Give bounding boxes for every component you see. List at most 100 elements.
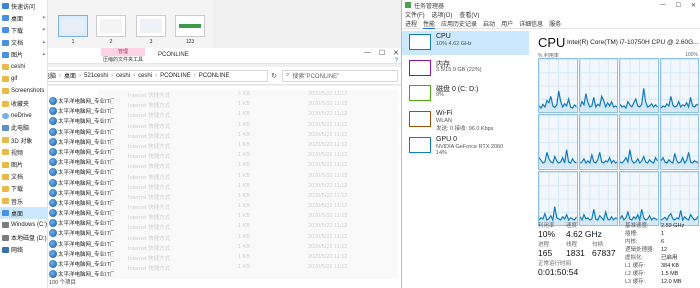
pin-icon[interactable]: ✦	[42, 52, 47, 58]
cpu-heading: CPU	[538, 35, 566, 50]
nav-item-label: 视频	[11, 150, 24, 157]
thumbnail-3[interactable]	[136, 15, 166, 37]
nav-item[interactable]: 3D 对象	[0, 134, 47, 146]
nav-item-label: Screenshots	[11, 88, 45, 95]
ribbon-tab-manage[interactable]: 管理	[101, 48, 145, 56]
resource-mini-graph	[409, 111, 431, 128]
help-icon[interactable]: ?	[395, 58, 398, 64]
nav-item[interactable]: 桌面 ✦	[0, 12, 47, 24]
cpu-detail-row: L3 缓存: 12.0 MB	[625, 277, 700, 285]
nav-item[interactable]: 视频	[0, 146, 47, 158]
ghost-date: 2020/5/22 11:12	[308, 172, 348, 179]
tab-performance[interactable]: 性能	[423, 19, 436, 29]
thumbnail-1[interactable]	[58, 15, 88, 37]
ghost-row: Internet 快捷方式 1 KB 2020/5/22 11:12	[98, 233, 398, 243]
drag-ghost-image: Internet 快捷方式 1 KB 2020/5/22 11:12 Internet…	[98, 90, 398, 280]
nav-item[interactable]: 网络	[0, 244, 47, 256]
resource-item[interactable]: Wi-Fi WLAN 发送: 0 接收: 96.0 Kbps	[402, 108, 529, 132]
file-explorer-window: 1 2 3 123 管理 压缩的文件夹工具 PCONLINE — ☐ ✕ ? ←…	[0, 0, 401, 288]
internet-shortcut-icon	[49, 229, 57, 238]
thumbnail-2[interactable]	[96, 15, 126, 37]
minimize-button[interactable]: —	[660, 2, 666, 9]
maximize-button[interactable]: ☐	[676, 2, 681, 9]
ribbon-tab-compressed-folder-tools[interactable]: 压缩的文件夹工具	[101, 56, 145, 64]
ghost-date: 2020/5/22 11:12	[308, 213, 348, 220]
detail-key: L2 缓存:	[625, 271, 646, 277]
close-button[interactable]: ✕	[393, 49, 399, 57]
refresh-icon[interactable]: ↻	[268, 72, 280, 80]
ghost-type: Internet 快捷方式	[128, 266, 171, 273]
breadcrumb-item[interactable]: PCONLINE	[199, 73, 230, 79]
tab-details[interactable]: 详细信息	[519, 19, 543, 28]
internet-shortcut-icon	[49, 209, 57, 218]
thumbnail-label: 2	[109, 39, 113, 45]
thumbnail-123[interactable]	[175, 15, 205, 37]
ghost-type: Internet 快捷方式	[128, 93, 171, 99]
menu-view[interactable]: 查看(V)	[459, 10, 479, 19]
resource-item[interactable]: 磁盘 0 (C: D:) 0%	[402, 82, 529, 106]
nav-item[interactable]: 文档 ✦	[0, 37, 47, 49]
resource-item[interactable]: 内存 3.5/15.9 GB (22%)	[402, 57, 529, 81]
ghost-size: 1 KB	[238, 182, 250, 189]
navigation-pane: 快速访问 桌面 ✦ 下载 ✦ 文档 ✦ 图片 ✦ ceshi gif Screenshots 收藏夹 ne…	[0, 0, 48, 288]
ghost-size: 1 KB	[238, 152, 250, 159]
nav-item[interactable]: neDrive	[0, 110, 47, 122]
breadcrumb-item[interactable]: 桌面	[64, 71, 76, 80]
nav-item[interactable]: 音乐	[0, 195, 47, 207]
nav-item[interactable]: 此电脑	[0, 122, 47, 134]
breadcrumb[interactable]: 此电脑› 桌面› 521ceshi› ceshi› ceshi› PCONLIN…	[34, 69, 268, 82]
tab-processes[interactable]: 进程	[405, 19, 417, 28]
tab-startup[interactable]: 启动	[483, 19, 495, 28]
close-button[interactable]: ✕	[691, 2, 696, 9]
resource-sub: 0%	[436, 92, 444, 99]
nav-item[interactable]: ceshi	[0, 61, 47, 73]
pin-icon[interactable]: ✦	[42, 40, 47, 46]
nav-item[interactable]: gif	[0, 73, 47, 85]
folder-icon	[2, 198, 9, 205]
ghost-date: 2020/5/22 11:12	[308, 264, 348, 271]
nav-item[interactable]: 下载	[0, 183, 47, 195]
nav-item[interactable]: 图片 ✦	[0, 49, 47, 61]
tab-app-history[interactable]: 应用历史记录	[441, 19, 477, 28]
nav-item[interactable]: 快速访问	[0, 0, 47, 12]
breadcrumb-item[interactable]: ceshi	[138, 73, 152, 79]
nav-item[interactable]: 图片	[0, 158, 47, 170]
tab-services[interactable]: 服务	[549, 19, 561, 28]
ghost-size: 1 KB	[238, 223, 250, 230]
pin-icon[interactable]: ✦	[42, 27, 47, 33]
breadcrumb-item[interactable]: PCONLINE	[160, 73, 191, 79]
nav-item[interactable]: 本地磁盘 (D:)	[0, 232, 47, 244]
search-input[interactable]: ⌕ 搜索"PCONLINE"	[282, 69, 398, 82]
resource-sub: 3.5/15.9 GB (22%)	[436, 66, 482, 73]
nav-item[interactable]: Windows (C:)	[0, 219, 47, 231]
maximize-button[interactable]: ☐	[379, 49, 385, 57]
minimize-button[interactable]: —	[364, 49, 371, 57]
resource-sub: 10% 4.62 GHz	[436, 41, 472, 47]
tab-users[interactable]: 用户	[501, 19, 513, 28]
detail-key: L3 缓存:	[625, 279, 646, 285]
breadcrumb-item[interactable]: 521ceshi	[84, 73, 108, 79]
nav-item[interactable]: 下载 ✦	[0, 24, 47, 36]
breadcrumb-item[interactable]: ceshi	[116, 73, 130, 79]
cpu-core-graph	[619, 58, 659, 114]
ghost-type: Internet 快捷方式	[128, 164, 171, 171]
nav-item[interactable]: 收藏夹	[0, 98, 47, 110]
ghost-size: 1 KB	[238, 254, 250, 260]
folder-icon	[2, 185, 9, 192]
processes-label: 进程	[538, 242, 550, 248]
resource-item[interactable]: CPU 10% 4.62 GHz	[402, 31, 529, 55]
pin-icon[interactable]: ✦	[42, 15, 47, 21]
nav-item[interactable]: 文档	[0, 171, 47, 183]
nav-item[interactable]: Screenshots	[0, 85, 47, 97]
ghost-size: 1 KB	[238, 111, 250, 118]
resource-item[interactable]: GPU 0 NVIDIA GeForce RTX 2060 14%	[402, 134, 529, 158]
thumbnail-strip: 1 2 3 123	[48, 0, 213, 48]
menu-file[interactable]: 文件(F)	[405, 10, 425, 19]
thumbnail-label: 123	[185, 39, 195, 45]
ghost-date: 2020/5/22 11:12	[308, 131, 348, 138]
ghost-type: Internet 快捷方式	[128, 205, 171, 212]
cpu-core-graph	[538, 58, 578, 114]
nav-item[interactable]: 桌面	[0, 207, 47, 220]
core-usage-area	[620, 88, 658, 113]
ghost-row: Internet 快捷方式 1 KB 2020/5/22 11:12	[98, 182, 398, 192]
